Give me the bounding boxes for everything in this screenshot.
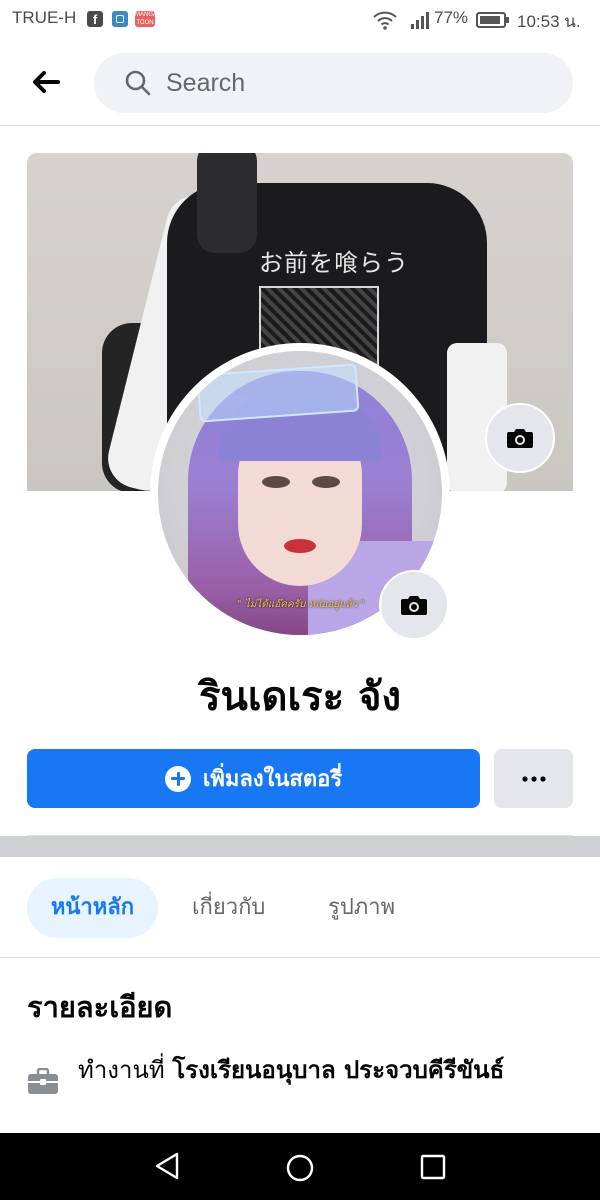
- avatar-caption: " ไม่ได้แอ๊คครับ หล่ออยู่แล้ว ": [236, 599, 366, 610]
- signal-icon: [411, 12, 429, 29]
- work-detail: ทำงานที่ โรงเรียนอนุบาล ประจวบคีรีขันธ์: [78, 1052, 578, 1088]
- avatar-lips-shape: [284, 539, 316, 553]
- work-place-link[interactable]: โรงเรียนอนุบาล ประจวบคีรีขันธ์: [172, 1056, 504, 1084]
- back-button[interactable]: [22, 62, 70, 102]
- carrier-name: TRUE-H: [12, 8, 77, 27]
- clock: 10:53 น.: [517, 12, 581, 31]
- battery-percent: 77%: [434, 8, 469, 27]
- status-bar: TRUE-H f MANGA TOON 77% 10:53 น.: [0, 0, 600, 40]
- add-to-story-label: เพิ่มลงในสตอรี่: [202, 767, 343, 792]
- add-to-story-button[interactable]: เพิ่มลงในสตอรี่: [27, 749, 480, 808]
- facebook-icon: f: [87, 11, 103, 27]
- tab-about[interactable]: เกี่ยวกับ: [192, 878, 265, 938]
- edit-cover-camera-button[interactable]: [485, 403, 555, 473]
- battery-icon: [476, 12, 509, 28]
- tab-home[interactable]: หน้าหลัก: [27, 878, 158, 938]
- search-input[interactable]: [166, 53, 556, 113]
- arrow-left-icon: [33, 71, 60, 93]
- more-options-button[interactable]: [494, 749, 573, 808]
- profile-tabs: หน้าหลัก เกี่ยวกับ รูปภาพ: [0, 857, 600, 958]
- camera-icon: [507, 429, 533, 448]
- section-divider: [0, 836, 600, 857]
- avatar-eye-shape: [312, 476, 340, 488]
- system-nav-bar: [0, 1133, 600, 1200]
- camera-icon: [401, 596, 427, 615]
- manga-toon-icon: MANGA TOON: [135, 11, 158, 27]
- nav-back-icon[interactable]: [153, 1151, 181, 1181]
- search-icon: [125, 70, 151, 96]
- nav-home-icon[interactable]: [285, 1153, 315, 1183]
- briefcase-icon: [28, 1068, 58, 1094]
- plus-circle-icon: [164, 765, 191, 792]
- details-heading: รายละเอียด: [27, 990, 173, 1024]
- profile-name: รินเดเระ จัง: [198, 674, 401, 720]
- avatar-eye-shape: [262, 476, 290, 488]
- work-prefix: ทำงานที่: [78, 1056, 165, 1084]
- cover-print-text: お前を喰らう: [259, 249, 409, 277]
- nav-recent-apps-icon[interactable]: [420, 1154, 446, 1180]
- search-bar[interactable]: [94, 53, 573, 113]
- gallery-icon: [112, 11, 128, 27]
- edit-avatar-camera-button[interactable]: [379, 570, 449, 640]
- top-header: [0, 40, 600, 126]
- cover-phone-shape: [197, 153, 257, 253]
- tab-photos[interactable]: รูปภาพ: [328, 878, 395, 938]
- more-dots-icon: [521, 775, 546, 782]
- wifi-icon: [373, 11, 397, 30]
